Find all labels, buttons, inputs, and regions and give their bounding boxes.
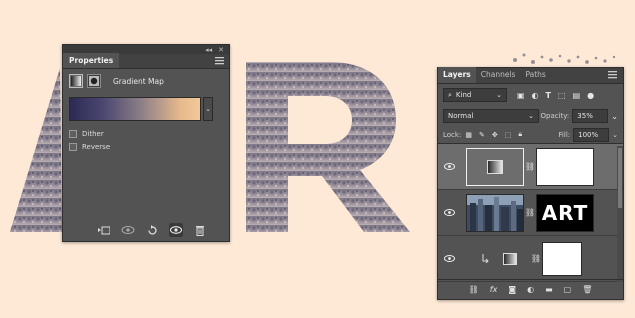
link-layers-icon[interactable]: ⛓ — [469, 285, 479, 294]
shape-filter-icon[interactable]: ⬚ — [558, 91, 566, 100]
opacity-control: Opacity: 35% ⌄ — [541, 109, 618, 123]
fill-input[interactable]: 100% — [573, 127, 610, 142]
properties-footer — [63, 219, 229, 241]
search-icon: ⌕ — [448, 90, 452, 99]
filter-kind-label: Kind — [455, 91, 472, 99]
dither-label: Dither — [82, 130, 104, 138]
reverse-row[interactable]: Reverse — [69, 143, 229, 151]
lock-transparency-icon[interactable]: ▦ — [465, 131, 472, 139]
adjustment-icon[interactable] — [69, 74, 83, 88]
clip-to-layer-icon[interactable] — [97, 223, 111, 237]
dither-row[interactable]: Dither — [69, 130, 229, 138]
layers-scrollbar[interactable] — [617, 146, 623, 282]
fill-label: Fill: — [558, 130, 571, 139]
tab-channels[interactable]: Channels — [476, 67, 521, 83]
visibility-eye-icon[interactable] — [438, 209, 460, 216]
filter-toggle-icon[interactable]: ● — [587, 91, 594, 100]
gradient-map-icon — [487, 159, 503, 174]
mask-icon[interactable] — [87, 74, 101, 88]
letter-a-shape — [10, 68, 62, 232]
add-mask-icon[interactable]: ◙ — [508, 285, 516, 294]
visibility-eye-icon[interactable] — [438, 163, 460, 170]
fill-control: Fill: 100% ⌄ — [558, 127, 618, 142]
gradient-preview[interactable] — [69, 97, 201, 121]
layers-footer: ⛓ fx ◙ ◐ ▬ ▢ 🗑︎ — [438, 279, 623, 299]
text-mask-thumbnail[interactable]: ART — [536, 193, 594, 232]
city-photo-image — [467, 194, 523, 231]
layer-row-city-photo[interactable]: ⛓ ART — [438, 190, 623, 236]
layer-mask-thumbnail[interactable] — [536, 147, 594, 186]
reverse-checkbox[interactable] — [69, 143, 77, 151]
lock-label: Lock: — [443, 130, 462, 139]
lock-row: Lock: ▦ ✎ ✥ ⬚ 🔒︎ Fill: 100% ⌄ — [438, 126, 623, 144]
blend-mode-select[interactable]: Normal ⌄ — [443, 109, 539, 123]
gradient-map-icon[interactable] — [496, 252, 524, 265]
new-adjustment-icon[interactable]: ◐ — [527, 285, 534, 294]
visibility-eye-icon[interactable] — [438, 255, 460, 262]
lock-artboard-icon[interactable]: ⬚ — [505, 131, 512, 139]
new-group-icon[interactable]: ▬ — [545, 285, 553, 294]
close-icon[interactable]: ✕ — [218, 46, 224, 54]
new-layer-icon[interactable]: ▢ — [564, 285, 572, 294]
dither-checkbox[interactable] — [69, 130, 77, 138]
reverse-label: Reverse — [82, 143, 111, 151]
layer-row-adjustment[interactable]: ⛓ — [438, 236, 623, 282]
chevron-down-icon[interactable]: ⌄ — [611, 112, 618, 121]
collapse-icon[interactable]: ◂◂ — [205, 46, 212, 54]
lock-image-icon[interactable]: ✎ — [479, 131, 485, 139]
adjustment-layer-thumbnail[interactable] — [466, 147, 524, 186]
opacity-label: Opacity: — [540, 112, 570, 120]
filter-kind-select[interactable]: ⌕ Kind ⌄ — [443, 88, 507, 102]
lock-icons: ▦ ✎ ✥ ⬚ 🔒︎ — [465, 130, 522, 139]
adjustment-filter-icon[interactable]: ◐ — [532, 91, 539, 100]
smart-object-filter-icon[interactable]: ▤ — [573, 91, 581, 100]
lock-position-icon[interactable]: ✥ — [492, 131, 498, 139]
art-mask-text: ART — [541, 200, 589, 225]
properties-tabs: Properties — [63, 53, 229, 69]
chevron-down-icon[interactable]: ⌄ — [612, 131, 618, 139]
adjustment-title: Gradient Map — [113, 76, 164, 86]
lock-all-icon[interactable]: 🔒︎ — [518, 130, 522, 139]
chevron-down-icon: ⌄ — [528, 112, 534, 120]
chevron-down-icon: ⌄ — [496, 91, 502, 99]
type-filter-icon[interactable]: T — [546, 91, 551, 100]
layers-panel: Layers Channels Paths ⌕ Kind ⌄ ▣ ◐ T ⬚ ▤… — [437, 67, 624, 300]
reset-icon[interactable] — [145, 223, 159, 237]
letter-r-shape — [246, 62, 410, 232]
layer-mask-thumbnail[interactable] — [542, 241, 582, 276]
filter-icons: ▣ ◐ T ⬚ ▤ ● — [517, 91, 594, 100]
fx-icon[interactable]: fx — [490, 285, 498, 294]
tab-layers[interactable]: Layers — [438, 67, 476, 83]
view-previous-state-icon[interactable] — [121, 223, 135, 237]
trash-icon[interactable]: 🗑︎ — [582, 285, 592, 294]
tab-properties[interactable]: Properties — [63, 53, 120, 68]
pixel-filter-icon[interactable]: ▣ — [517, 91, 525, 100]
visibility-eye-icon[interactable] — [169, 223, 183, 237]
gradient-row: ⌄ — [69, 97, 229, 121]
panel-menu-icon[interactable] — [608, 71, 617, 79]
properties-panel: ◂◂ ✕ Properties Gradient Map ⌄ Dither Re… — [62, 44, 230, 242]
layer-filter-row: ⌕ Kind ⌄ ▣ ◐ T ⬚ ▤ ● — [438, 84, 623, 106]
gradient-dropdown[interactable]: ⌄ — [203, 97, 213, 121]
panel-menu-icon[interactable] — [215, 57, 224, 65]
chevron-down-icon: ⌄ — [205, 105, 211, 113]
layer-row-gradient-map[interactable]: ⛓ — [438, 144, 623, 190]
link-icon[interactable]: ⛓ — [524, 208, 536, 217]
city-photo-thumbnail[interactable] — [466, 193, 524, 232]
tab-paths[interactable]: Paths — [520, 67, 550, 83]
layers-tabs: Layers Channels Paths — [438, 67, 623, 84]
clipping-arrow-icon — [474, 254, 496, 263]
blend-row: Normal ⌄ Opacity: 35% ⌄ — [438, 106, 623, 126]
blend-mode-value: Normal — [448, 112, 474, 120]
link-icon[interactable]: ⛓ — [524, 162, 536, 171]
foliage-specks — [513, 53, 616, 64]
scrollbar-thumb[interactable] — [618, 148, 622, 208]
link-icon[interactable]: ⛓ — [530, 254, 542, 263]
trash-icon[interactable] — [193, 223, 207, 237]
opacity-input[interactable]: 35% — [572, 109, 609, 123]
adjustment-header: Gradient Map — [63, 69, 229, 93]
